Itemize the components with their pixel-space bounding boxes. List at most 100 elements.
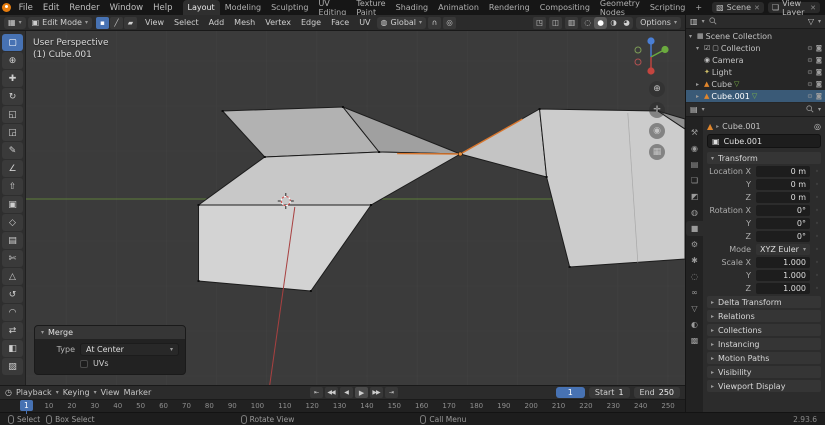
prop-tab-world[interactable]: ◍ <box>686 205 703 220</box>
location-z-field[interactable]: 0 m <box>756 191 810 203</box>
overlays-toggle[interactable]: ◫ <box>549 16 563 29</box>
hide-eye-icon[interactable]: ⊙ <box>807 56 812 64</box>
collapsed-icon[interactable]: ▸ <box>696 93 702 100</box>
add-workspace-button[interactable]: + <box>690 0 707 15</box>
gizmos-toggle[interactable]: ◳ <box>533 16 547 29</box>
section-instancing[interactable]: ▸ Instancing <box>707 338 821 350</box>
timeline-ruler[interactable]: 1 1 10 20 30 40 50 60 70 80 90 100 110 1… <box>0 399 685 414</box>
prop-tab-output[interactable]: ▤ <box>686 157 703 172</box>
tab-layout[interactable]: Layout <box>182 0 220 15</box>
zoom-icon[interactable]: ⊕ <box>649 81 665 97</box>
search-icon[interactable] <box>806 104 814 115</box>
merge-type-dropdown[interactable]: At Center ▾ <box>80 343 179 356</box>
keyframe-dot-icon[interactable]: ◦ <box>813 220 821 227</box>
section-transform[interactable]: ▾ Transform <box>707 152 821 164</box>
rotation-mode-dropdown[interactable]: XYZ Euler ▾ <box>756 243 810 255</box>
shading-solid-button[interactable]: ● <box>594 16 608 29</box>
tool-scale[interactable]: ◱ <box>2 106 23 123</box>
current-frame-field[interactable]: 1 <box>555 387 585 398</box>
prop-tab-view-layer[interactable]: ❏ <box>686 173 703 188</box>
tab-compositing[interactable]: Compositing <box>535 0 595 15</box>
section-relations[interactable]: ▸ Relations <box>707 310 821 322</box>
view-layer-selector[interactable]: ❏ View Layer ✕ <box>767 0 820 17</box>
keyframe-dot-icon[interactable]: ◦ <box>813 181 821 188</box>
tool-extrude-region[interactable]: ⇧ <box>2 178 23 195</box>
ortho-toggle-icon[interactable]: ▦ <box>649 144 665 160</box>
scene-unlink-icon[interactable]: ✕ <box>754 4 760 12</box>
editor-type-button[interactable]: ▦ ▾ <box>4 16 26 29</box>
transform-orientation-dropdown[interactable]: ◍ Global ▾ <box>376 16 427 29</box>
prop-tab-modifiers[interactable]: ⚙ <box>686 237 703 252</box>
merge-uvs-checkbox[interactable] <box>80 359 88 368</box>
menu-uv[interactable]: UV <box>355 18 374 27</box>
frame-start-field[interactable]: Start 1 <box>588 387 630 398</box>
menu-face[interactable]: Face <box>327 18 353 27</box>
tab-uv-editing[interactable]: UV Editing <box>313 0 351 17</box>
keyframe-dot-icon[interactable]: ◦ <box>813 259 821 266</box>
scene-selector[interactable]: ▧ Scene ✕ <box>712 2 764 13</box>
tab-geometry-nodes[interactable]: Geometry Nodes <box>595 0 645 17</box>
prop-tab-texture[interactable]: ▩ <box>686 333 703 348</box>
hide-eye-icon[interactable]: ⊙ <box>807 68 812 76</box>
prop-tab-constraints[interactable]: ∞ <box>686 285 703 300</box>
filter-icon[interactable]: ▽ <box>808 17 814 26</box>
menu-file[interactable]: File <box>14 0 38 15</box>
render-visibility-icon[interactable]: ◙ <box>816 44 822 52</box>
tab-animation[interactable]: Animation <box>433 0 484 15</box>
outliner-row-light[interactable]: ✦ Light ⊙ ◙ <box>686 66 825 78</box>
jump-to-end-button[interactable]: ⇥ <box>384 387 398 398</box>
menu-mesh[interactable]: Mesh <box>230 18 259 27</box>
tool-inset-faces[interactable]: ▣ <box>2 196 23 213</box>
menu-marker[interactable]: Marker <box>124 388 152 397</box>
options-dropdown[interactable]: Options ▾ <box>636 16 681 29</box>
pan-icon[interactable]: ✛ <box>649 102 665 118</box>
shading-wireframe-button[interactable]: ◌ <box>581 17 594 29</box>
keyframe-dot-icon[interactable]: ◦ <box>813 207 821 214</box>
edge-select-button[interactable]: ╱ <box>110 16 123 29</box>
hide-eye-icon[interactable]: ⊙ <box>807 44 812 52</box>
location-y-field[interactable]: 0 m <box>756 178 810 190</box>
render-visibility-icon[interactable]: ◙ <box>816 68 822 76</box>
tab-modeling[interactable]: Modeling <box>220 0 266 15</box>
menu-add[interactable]: Add <box>205 18 229 27</box>
tool-measure[interactable]: ∠ <box>2 160 23 177</box>
rotation-z-field[interactable]: 0° <box>756 230 810 242</box>
jump-to-start-button[interactable]: ⇤ <box>309 387 323 398</box>
outliner-row-scene-collection[interactable]: ▾ ▦ Scene Collection <box>686 30 825 42</box>
prop-tab-material[interactable]: ◐ <box>686 317 703 332</box>
xray-toggle[interactable]: ▥ <box>565 16 579 29</box>
snap-magnet-toggle[interactable]: ∩ <box>428 16 442 29</box>
play-button[interactable]: ▶ <box>354 387 368 398</box>
keyframe-dot-icon[interactable]: ◦ <box>813 168 821 175</box>
tool-annotate[interactable]: ✎ <box>2 142 23 159</box>
hide-eye-icon[interactable]: ⊙ <box>807 80 812 88</box>
scale-x-field[interactable]: 1.000 <box>756 256 810 268</box>
hide-eye-icon[interactable]: ⊙ <box>807 92 812 100</box>
tool-loop-cut[interactable]: ▤ <box>2 232 23 249</box>
outliner-row-collection[interactable]: ▾ ☑ ▢ Collection ⊙ ◙ <box>686 42 825 54</box>
tab-sculpting[interactable]: Sculpting <box>266 0 313 15</box>
section-delta-transform[interactable]: ▸ Delta Transform <box>707 296 821 308</box>
prop-tab-physics[interactable]: ◌ <box>686 269 703 284</box>
expanded-icon[interactable]: ▾ <box>696 45 702 52</box>
section-visibility[interactable]: ▸ Visibility <box>707 366 821 378</box>
prop-tab-object[interactable]: ■ <box>686 221 703 236</box>
shading-material-button[interactable]: ◑ <box>607 17 620 29</box>
collection-checkbox[interactable]: ☑ <box>704 44 710 52</box>
merge-panel-header[interactable]: ▾ Merge <box>35 326 185 339</box>
properties-editor-icon[interactable]: ▤ <box>690 105 698 114</box>
tab-scripting[interactable]: Scripting <box>645 0 691 15</box>
render-visibility-icon[interactable]: ◙ <box>816 92 822 100</box>
section-viewport-display[interactable]: ▸ Viewport Display <box>707 380 821 392</box>
tool-shear[interactable]: ▨ <box>2 358 23 375</box>
outliner-editor-icon[interactable]: ▥ <box>690 17 698 26</box>
scale-y-field[interactable]: 1.000 <box>756 269 810 281</box>
rotation-y-field[interactable]: 0° <box>756 217 810 229</box>
tool-move[interactable]: ✚ <box>2 70 23 87</box>
menu-keying[interactable]: Keying <box>63 388 90 397</box>
scale-z-field[interactable]: 1.000 <box>756 282 810 294</box>
menu-select[interactable]: Select <box>170 18 203 27</box>
tool-shrink-fatten[interactable]: ◧ <box>2 340 23 357</box>
section-motion-paths[interactable]: ▸ Motion Paths <box>707 352 821 364</box>
render-visibility-icon[interactable]: ◙ <box>816 80 822 88</box>
